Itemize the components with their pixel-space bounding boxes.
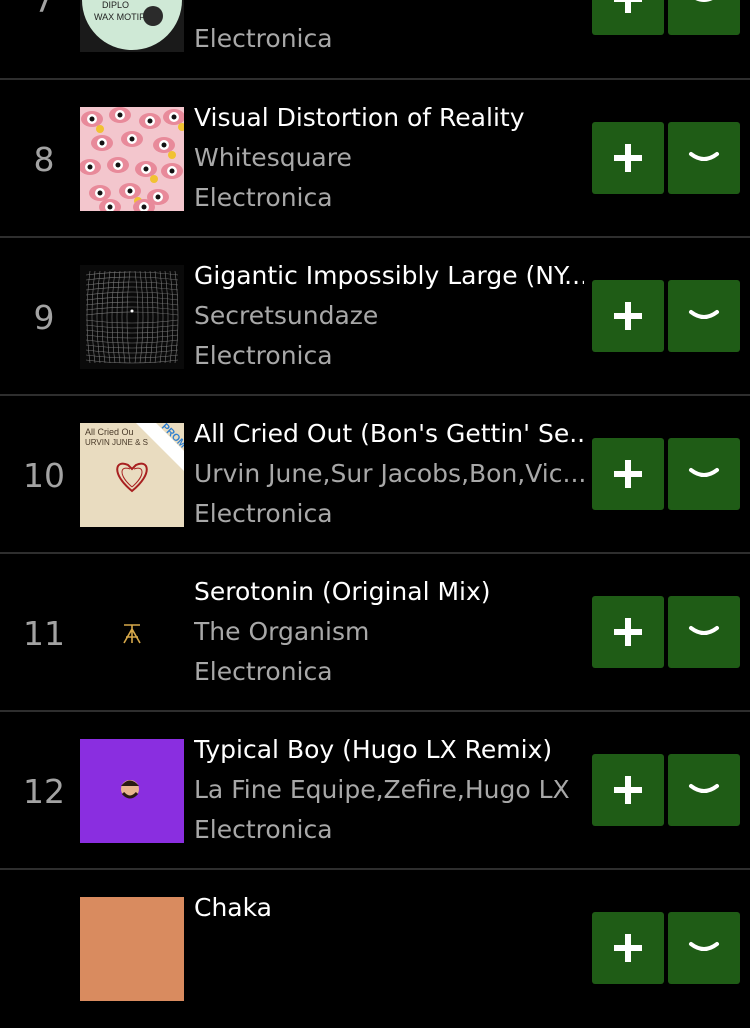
album-art-text: DIPLO: [102, 0, 129, 10]
album-art[interactable]: [80, 739, 184, 843]
track-row[interactable]: 11 Serotonin (Original Mix) The Organism…: [0, 554, 750, 712]
row-divider: [0, 394, 750, 396]
row-divider: [0, 868, 750, 870]
more-options-button[interactable]: [668, 0, 740, 35]
track-genre[interactable]: Electronica: [194, 655, 584, 689]
plus-icon: [614, 460, 642, 488]
track-title[interactable]: Serotonin (Original Mix): [194, 575, 584, 609]
chevron-down-icon: [689, 626, 719, 635]
track-title[interactable]: All Cried Out (Bon's Gettin' Se...: [194, 417, 584, 451]
add-button[interactable]: [592, 754, 664, 826]
chevron-down-icon: [689, 784, 719, 793]
track-artist[interactable]: Secretsundaze: [194, 299, 584, 333]
track-artist[interactable]: La Fine Equipe,Zefire,Hugo LX: [194, 773, 584, 807]
more-options-button[interactable]: [668, 280, 740, 352]
track-rank: 8: [33, 140, 55, 179]
album-art-image: [80, 581, 184, 685]
chevron-down-icon: [689, 310, 719, 319]
album-art-image: DIPLO WAX MOTIF: [80, 0, 184, 52]
album-art-image: [80, 265, 184, 369]
album-art[interactable]: [80, 897, 184, 1001]
plus-icon: [614, 618, 642, 646]
track-genre[interactable]: Electronica: [194, 497, 584, 531]
add-button[interactable]: [592, 912, 664, 984]
album-art[interactable]: [80, 581, 184, 685]
plus-icon: [614, 0, 642, 13]
track-row[interactable]: Chaka: [0, 870, 750, 1028]
track-genre[interactable]: Electronica: [194, 813, 584, 847]
album-art[interactable]: DIPLO WAX MOTIF: [80, 0, 184, 52]
track-row[interactable]: 9 Gigantic Impossibly Large (NY... Secre…: [0, 238, 750, 396]
add-button[interactable]: [592, 280, 664, 352]
track-artist[interactable]: The Organism: [194, 615, 584, 649]
add-button[interactable]: [592, 0, 664, 35]
row-divider: [0, 552, 750, 554]
album-art-text: URVIN JUNE & S: [85, 438, 148, 447]
track-genre[interactable]: Electronica: [194, 339, 584, 373]
track-rank: 10: [23, 456, 65, 495]
track-genre[interactable]: Electronica: [194, 22, 584, 56]
track-title[interactable]: Chaka: [194, 891, 584, 925]
track-title[interactable]: Typical Boy (Hugo LX Remix): [194, 733, 584, 767]
chevron-down-icon: [689, 468, 719, 477]
track-artist[interactable]: Whitesquare: [194, 141, 584, 175]
more-options-button[interactable]: [668, 754, 740, 826]
more-options-button[interactable]: [668, 122, 740, 194]
track-row[interactable]: 10 All Cried Ou URVIN JUNE & S PROMO All…: [0, 396, 750, 554]
row-divider: [0, 78, 750, 80]
add-button[interactable]: [592, 122, 664, 194]
add-button[interactable]: [592, 438, 664, 510]
chevron-down-icon: [689, 942, 719, 951]
album-art[interactable]: [80, 107, 184, 211]
row-divider: [0, 710, 750, 712]
album-art-image: [80, 739, 184, 843]
track-rank: 9: [33, 298, 55, 337]
track-row[interactable]: 12 Typical Boy (Hugo LX Remix) La Fine E…: [0, 712, 750, 870]
more-options-button[interactable]: [668, 596, 740, 668]
album-art-image: All Cried Ou URVIN JUNE & S PROMO: [80, 423, 184, 527]
track-genre[interactable]: Electronica: [194, 181, 584, 215]
plus-icon: [614, 302, 642, 330]
album-art[interactable]: All Cried Ou URVIN JUNE & S PROMO: [80, 423, 184, 527]
plus-icon: [614, 776, 642, 804]
track-row[interactable]: 7 DIPLO WAX MOTIF Diplo,Wax Motif Electr…: [0, 0, 750, 79]
track-rank: 7: [33, 0, 55, 20]
row-divider: [0, 236, 750, 238]
plus-icon: [614, 934, 642, 962]
album-art-text: WAX MOTIF: [94, 12, 145, 22]
track-row[interactable]: 8 Visual Distortion of Reality Whitesqua…: [0, 80, 750, 238]
chevron-down-icon: [695, 0, 713, 2]
track-title[interactable]: Visual Distortion of Reality: [194, 101, 584, 135]
album-art-image: [80, 107, 184, 211]
add-button[interactable]: [592, 596, 664, 668]
album-art-image: [80, 897, 184, 1001]
more-options-button[interactable]: [668, 438, 740, 510]
plus-icon: [614, 144, 642, 172]
chevron-down-icon: [689, 152, 719, 161]
album-art[interactable]: [80, 265, 184, 369]
track-artist[interactable]: Urvin June,Sur Jacobs,Bon,Vic...: [194, 457, 584, 491]
track-rank: 11: [23, 614, 65, 653]
album-art-text: All Cried Ou: [85, 427, 134, 437]
track-rank: 12: [23, 772, 65, 811]
more-options-button[interactable]: [668, 912, 740, 984]
track-title[interactable]: Gigantic Impossibly Large (NY...: [194, 259, 584, 293]
